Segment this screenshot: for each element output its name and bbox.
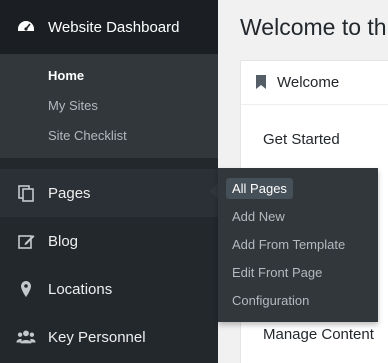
sidebar-item-label: Website Dashboard <box>48 18 180 36</box>
sidebar-item-blog[interactable]: Blog <box>0 217 218 265</box>
sidebar-item-label: Locations <box>48 280 113 298</box>
welcome-panel-header[interactable]: Welcome <box>241 61 388 105</box>
pages-flyout-menu: All Pages Add New Add From Template Edit… <box>218 168 378 322</box>
dashboard-icon <box>16 17 36 37</box>
sidebar-item-pages[interactable]: Pages <box>0 169 218 217</box>
panel-header-label: Welcome <box>277 74 340 91</box>
sidebar-item-website-dashboard[interactable]: Website Dashboard <box>0 0 218 54</box>
flyout-pointer <box>210 183 218 199</box>
submenu-item-my-sites[interactable]: My Sites <box>48 98 98 113</box>
location-pin-icon <box>16 279 36 299</box>
sidebar-item-locations[interactable]: Locations <box>0 265 218 313</box>
sidebar-item-key-personnel[interactable]: Key Personnel <box>0 313 218 361</box>
pages-icon <box>16 183 36 203</box>
flyout-item-add-from-template[interactable]: Add From Template <box>232 237 345 252</box>
edit-icon <box>16 231 36 251</box>
sidebar-item-label: Pages <box>48 184 91 202</box>
submenu-item-site-checklist[interactable]: Site Checklist <box>48 128 127 143</box>
bookmark-icon <box>255 75 267 94</box>
flyout-item-configuration[interactable]: Configuration <box>232 293 309 308</box>
flyout-item-all-pages[interactable]: All Pages <box>226 178 293 199</box>
get-started-heading: Get Started <box>263 131 340 148</box>
sidebar-item-label: Blog <box>48 232 79 250</box>
flyout-item-edit-front-page[interactable]: Edit Front Page <box>232 265 322 280</box>
sidebar-item-label: Key Personnel <box>48 328 146 346</box>
flyout-item-add-new[interactable]: Add New <box>232 209 285 224</box>
admin-sidebar: Website Dashboard Home My Sites Site Che… <box>0 0 218 363</box>
people-icon <box>16 327 36 347</box>
manage-content-heading: Manage Content <box>263 326 374 343</box>
page-title: Welcome to th <box>240 14 387 40</box>
dashboard-submenu: Home My Sites Site Checklist <box>0 54 218 158</box>
submenu-item-home[interactable]: Home <box>48 68 84 83</box>
